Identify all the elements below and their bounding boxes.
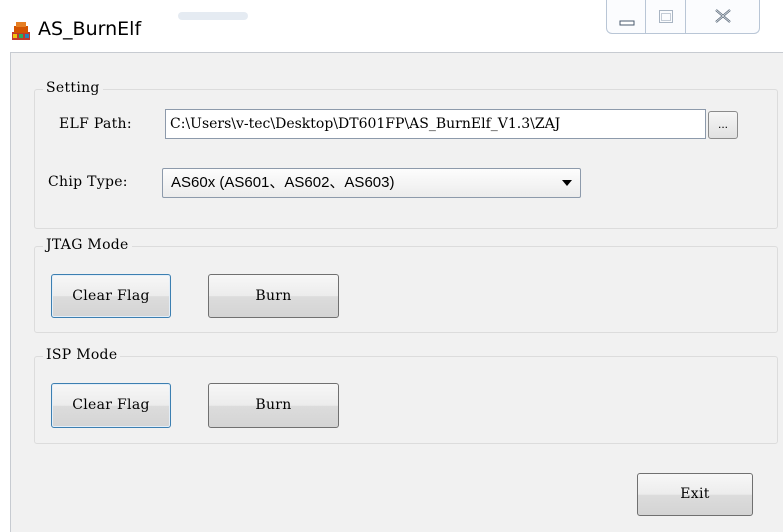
window-title: AS_BurnElf (38, 18, 142, 40)
exit-button[interactable]: Exit (637, 473, 753, 516)
chevron-down-icon (562, 180, 572, 186)
client-area: Setting ELF Path: C:\Users\v-tec\Desktop… (10, 52, 783, 532)
maximize-icon (659, 10, 673, 23)
elf-path-input[interactable]: C:\Users\v-tec\Desktop\DT601FP\AS_BurnEl… (165, 109, 706, 139)
jtag-group-title: JTAG Mode (43, 237, 132, 253)
caption-buttons (606, 0, 760, 36)
close-button[interactable] (686, 0, 760, 34)
jtag-burn-button[interactable]: Burn (208, 274, 339, 318)
maximize-button[interactable] (646, 0, 686, 34)
isp-clear-flag-button[interactable]: Clear Flag (51, 383, 171, 428)
minimize-icon (619, 20, 635, 26)
browse-button[interactable]: ... (708, 111, 738, 139)
close-icon (715, 9, 731, 23)
title-bar[interactable]: AS_BurnElf (0, 0, 783, 52)
chip-type-label: Chip Type: (48, 174, 128, 190)
elf-path-label: ELF Path: (59, 116, 132, 132)
chip-type-select[interactable]: AS60x (AS601、AS602、AS603) (162, 168, 581, 198)
isp-group-title: ISP Mode (43, 347, 121, 363)
app-window: AS_BurnElf Setting ELF Path: C:\Users\v-… (0, 0, 783, 532)
isp-burn-button[interactable]: Burn (208, 383, 339, 428)
app-icon (12, 22, 30, 40)
setting-group-title: Setting (43, 80, 103, 96)
chip-type-value: AS60x (AS601、AS602、AS603) (171, 174, 395, 191)
jtag-clear-flag-button[interactable]: Clear Flag (51, 274, 171, 318)
minimize-button[interactable] (606, 0, 646, 34)
title-decoration (178, 12, 248, 20)
